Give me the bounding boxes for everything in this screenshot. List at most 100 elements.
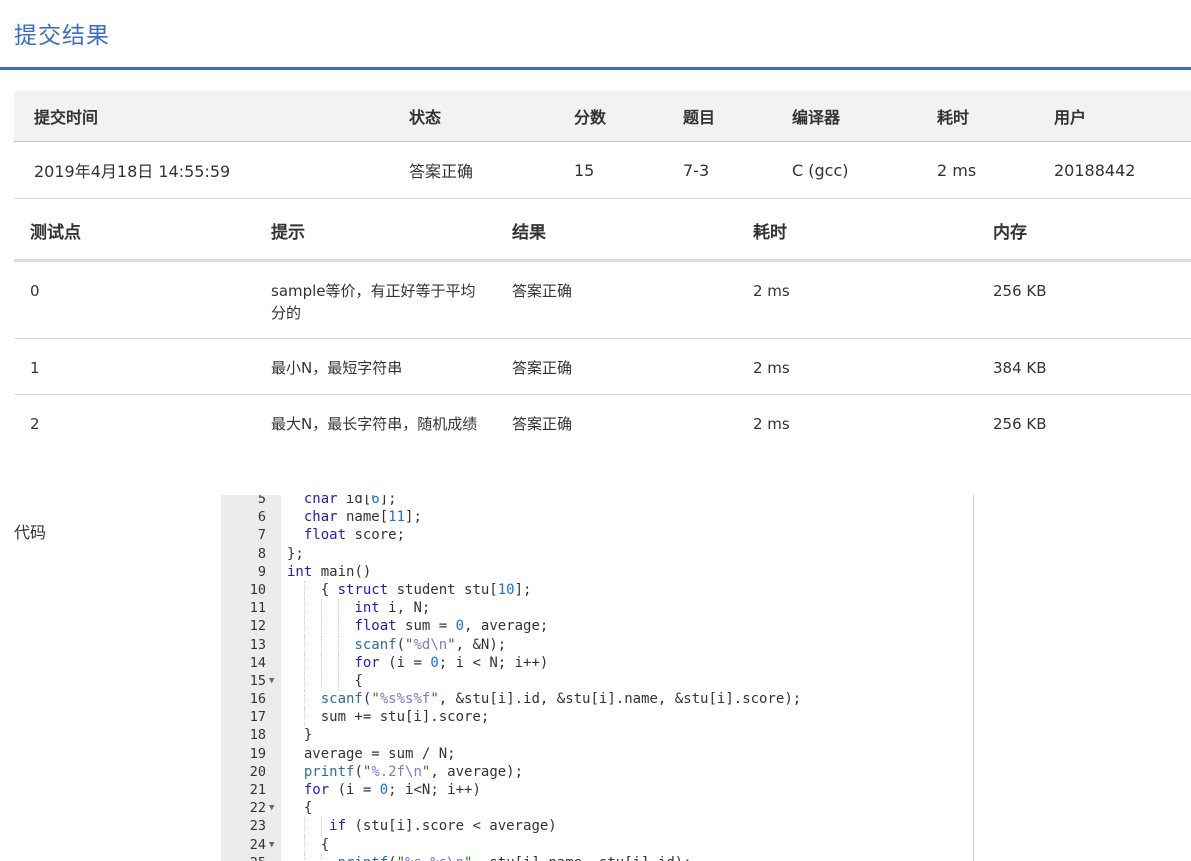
line-number: 15 [249, 672, 266, 689]
code-line: 16 scanf("%s%s%f", &stu[i].id, &stu[i].n… [221, 690, 973, 709]
code-line: 9 int main() [221, 563, 973, 581]
header-user: 用户 [1034, 91, 1191, 142]
header-memory: 内存 [977, 201, 1191, 262]
line-number: 25 [221, 854, 266, 861]
table-row: 2 最大N，最长字符串，随机成绩 答案正确 2 ms 256 KB [14, 395, 1191, 460]
submission-header-row: 提交时间 状态 分数 题目 编译器 耗时 用户 [14, 91, 1191, 142]
submit-user: 20188442 [1034, 141, 1191, 199]
code-label: 代码 [14, 523, 47, 542]
code-text: int main() [287, 563, 372, 580]
line-number: 22 [249, 800, 266, 817]
page-title: 提交结果 [14, 23, 110, 49]
case-result: 答案正确 [512, 415, 573, 433]
header-testcase: 测试点 [14, 201, 255, 262]
code-line: 21 for (i = 0; i<N; i++) [221, 781, 973, 799]
header-score: 分数 [554, 91, 663, 142]
line-number: 20 [249, 763, 266, 780]
case-memory: 256 KB [977, 260, 1191, 339]
submit-status: 答案正确 [389, 141, 554, 199]
problem-link[interactable]: 7-3 [663, 141, 772, 199]
code-line: 11 int i, N; [221, 599, 973, 618]
code-text: sum += stu[i].score; [287, 709, 490, 726]
fold-arrow-icon[interactable]: ▼ [269, 672, 274, 690]
code-text: int i, N; [354, 600, 431, 617]
code-text: if (stu[i].score < average) [329, 818, 557, 835]
case-result: 答案正确 [496, 260, 737, 339]
submission-table: 提交时间 状态 分数 题目 编译器 耗时 用户 2019年4月18日 14:55… [14, 91, 1191, 199]
case-id: 2 [30, 415, 40, 433]
line-number: 14 [249, 654, 266, 671]
case-hint: 最大N，最长字符串，随机成绩 [271, 415, 478, 433]
table-row: 1 最小N，最短字符串 答案正确 2 ms 384 KB [14, 338, 1191, 395]
case-hint: sample等价，有正好等于平均分的 [255, 260, 496, 339]
line-number: 10 [249, 581, 266, 598]
code-line: 23 if (stu[i].score < average) [221, 817, 973, 836]
case-id: 0 [14, 260, 255, 339]
code-text: printf("%s %s\n", stu[i].name, stu[i].id… [287, 854, 692, 861]
line-number: 16 [249, 691, 266, 708]
code-line: 25 printf("%s %s\n", stu[i].name, stu[i]… [221, 853, 973, 861]
line-number: 17 [249, 709, 266, 726]
submit-score: 15 [554, 141, 663, 199]
line-number: 8 [257, 545, 266, 562]
submit-duration: 2 ms [917, 141, 1034, 199]
code-text: float sum = 0, average; [354, 618, 549, 635]
line-number: 7 [257, 527, 266, 544]
line-number: 11 [249, 600, 266, 617]
line-number: 21 [249, 782, 266, 798]
code-text: } [287, 727, 313, 744]
case-id: 1 [14, 338, 255, 395]
code-line: 8}; [221, 545, 973, 563]
line-number: 18 [249, 727, 266, 744]
line-number: 19 [249, 745, 266, 762]
header-submit-time: 提交时间 [14, 91, 389, 142]
code-text: average = sum / N; [287, 745, 456, 762]
line-number: 5 [257, 495, 266, 507]
code-line: 18 } [221, 726, 973, 744]
code-text: char name[11]; [303, 509, 422, 526]
line-number: 24 [249, 836, 266, 853]
header-status: 状态 [389, 91, 554, 142]
code-line: 15 ▼ { [221, 671, 973, 691]
line-number: 6 [257, 509, 266, 526]
code-text: scanf("%d\n", &N); [354, 636, 507, 653]
submit-time: 2019年4月18日 14:55:59 [14, 141, 389, 199]
code-text: printf("%.2f\n", average); [303, 763, 524, 780]
code-lines[interactable]: 5 char id[6]; 6 char name[11]; 7 float sco… [221, 495, 973, 861]
code-text: { struct student stu[10]; [287, 581, 532, 598]
header-hint: 提示 [255, 201, 496, 262]
code-text: }; [287, 545, 304, 562]
code-line: 24 ▼ { [221, 835, 973, 854]
header-result: 结果 [496, 201, 737, 262]
code-text: { [287, 836, 330, 853]
code-editor[interactable]: 5 char id[6]; 6 char name[11]; 7 float sco… [221, 495, 974, 861]
testcase-header-row: 测试点 提示 结果 耗时 内存 [14, 201, 1191, 262]
code-line: 13 scanf("%d\n", &N); [221, 635, 973, 654]
case-time: 2 ms [753, 415, 790, 433]
header-duration: 耗时 [917, 91, 1034, 142]
code-text: char id[6]; [303, 495, 397, 507]
code-line: 5 char id[6]; [221, 495, 973, 508]
case-time: 2 ms [737, 260, 977, 339]
case-memory: 384 KB [977, 338, 1191, 395]
fold-arrow-icon[interactable]: ▼ [269, 799, 274, 817]
code-line: 6 char name[11]; [221, 508, 973, 526]
fold-arrow-icon[interactable]: ▼ [269, 836, 274, 854]
submit-compiler: C (gcc) [772, 141, 917, 199]
case-hint: 最小N，最短字符串 [255, 338, 496, 395]
table-row: 0 sample等价，有正好等于平均分的 答案正确 2 ms 256 KB [14, 260, 1191, 339]
line-number: 9 [257, 563, 266, 580]
code-line: 10 { struct student stu[10]; [221, 580, 973, 600]
case-time: 2 ms [737, 338, 977, 395]
header-compiler: 编译器 [772, 91, 917, 142]
code-text: scanf("%s%s%f", &stu[i].id, &stu[i].name… [320, 691, 802, 708]
code-line: 22 ▼ { [221, 799, 973, 817]
code-text: for (i = 0; i<N; i++) [303, 782, 481, 798]
code-text: { [287, 672, 363, 689]
line-number: 23 [249, 818, 266, 835]
code-line: 14 for (i = 0; i < N; i++) [221, 653, 973, 672]
code-line: 7 float score; [221, 526, 973, 544]
testcase-table: 测试点 提示 结果 耗时 内存 0 sample等价，有正好等于平均分的 答案正… [14, 201, 1191, 459]
code-line: 19 average = sum / N; [221, 745, 973, 763]
code-line: 17 sum += stu[i].score; [221, 708, 973, 727]
